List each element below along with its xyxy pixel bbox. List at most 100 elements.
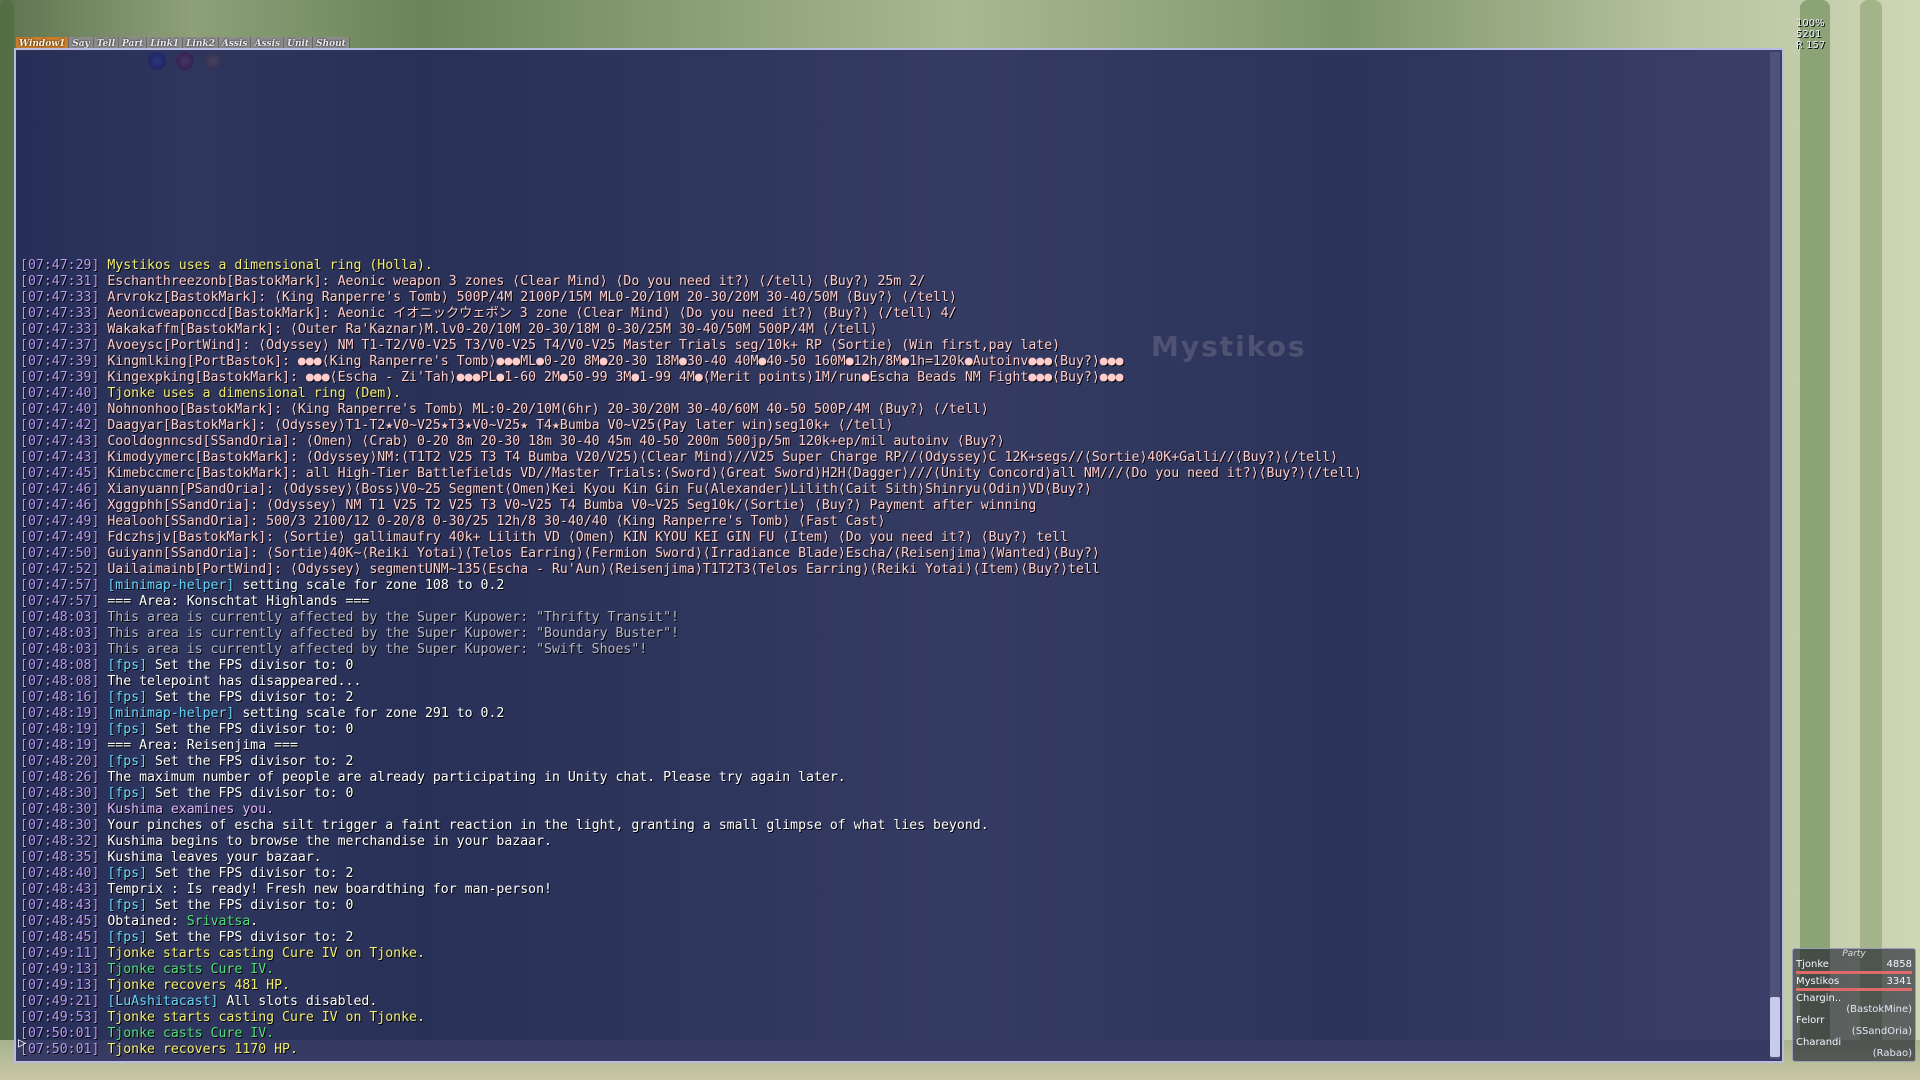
chat-message: Xianyuann[PSandOria]: ⟨Odyssey⟩⟨Boss⟩V0~… [107,482,1092,497]
status-line: 100% [1796,18,1825,29]
chat-timestamp: [07:50:01] [20,1026,108,1041]
party-title: Party [1842,949,1866,959]
member-zone: (BastokMine) [1846,1004,1912,1015]
chat-timestamp: [07:49:13] [20,962,108,977]
chat-line: [07:48:30] Your pinches of escha silt tr… [20,818,1762,834]
chat-timestamp: [07:48:40] [20,866,108,881]
chat-line: [07:47:49] Healooh[SSandOria]: 500/3 210… [20,514,1762,530]
chat-timestamp: [07:48:45] [20,930,108,945]
chat-message: Daagyar[BastokMark]: ⟨Odyssey⟩T1-T2★V0~V… [107,418,894,433]
chat-message: Set the FPS divisor to: 2 [147,866,354,881]
chat-timestamp: [07:47:43] [20,450,108,465]
chat-message: Set the FPS divisor to: 2 [147,930,354,945]
chat-timestamp: [07:48:19] [20,722,108,737]
member-name: Tjonke [1796,959,1829,970]
chat-message: === Area: Konschtat Highlands === [107,594,370,609]
chat-lines: [07:47:29] Mystikos uses a dimensional r… [20,258,1762,1058]
party-member-away[interactable]: Felorr [1793,1015,1915,1026]
chat-message: This area is currently affected by the S… [107,642,648,657]
chat-line: [07:48:32] Kushima begins to browse the … [20,834,1762,850]
chat-line: [07:47:42] Daagyar[BastokMark]: ⟨Odyssey… [20,418,1762,434]
chat-message: Kushima leaves your bazaar. [107,850,322,865]
chat-line: [07:50:01] Tjonke casts Cure IV. [20,1026,1762,1042]
chat-line: [07:48:03] This area is currently affect… [20,610,1762,626]
chat-timestamp: [07:47:40] [20,386,108,401]
member-name: Charandi [1796,1037,1842,1048]
chat-addon-tag: [LuAshitacast] [107,994,219,1009]
party-list: Party Tjonke 4858 Mystikos 3341 Chargin.… [1792,948,1916,1062]
chat-line: [07:48:35] Kushima leaves your bazaar. [20,850,1762,866]
chat-message: Xgggphh[SSandOria]: ⟨Odyssey⟩ NM T1 V25 … [107,498,1037,513]
chat-line: [07:48:03] This area is currently affect… [20,642,1762,658]
party-member[interactable]: Tjonke 4858 [1793,959,1915,970]
chat-line: [07:48:43] [fps] Set the FPS divisor to:… [20,898,1762,914]
chat-line: [07:47:43] Cooldognncsd[SSandOria]: ⟨Ome… [20,434,1762,450]
chat-addon-tag: [fps] [107,786,148,801]
chat-line: [07:47:29] Mystikos uses a dimensional r… [20,258,1762,274]
chat-scroll-thumb[interactable] [1770,997,1780,1057]
member-hp: 4858 [1886,959,1912,970]
chat-timestamp: [07:48:19] [20,738,108,753]
chat-timestamp: [07:48:30] [20,818,108,833]
chat-addon-tag: [minimap-helper] [107,706,235,721]
chat-timestamp: [07:47:39] [20,370,108,385]
chat-timestamp: [07:47:33] [20,290,108,305]
chat-line: [07:48:19] [minimap-helper] setting scal… [20,706,1762,722]
member-zone: (SSandOria) [1851,1026,1912,1037]
chat-message: Avoeysc[PortWind]: ⟨Odyssey⟩ NM T1-T2/V0… [107,338,1061,353]
chat-message-tail: . [250,914,259,929]
chat-log-window[interactable]: Mystikos [07:47:29] Mystikos uses a dime… [14,48,1784,1063]
chat-message: setting scale for zone 291 to 0.2 [234,706,505,721]
chat-message: Tjonke uses a dimensional ring (Dem). [107,386,402,401]
chat-line: [07:47:50] Guiyann[SSandOria]: ⟨Sortie⟩4… [20,546,1762,562]
chat-timestamp: [07:47:33] [20,322,108,337]
chat-timestamp: [07:48:32] [20,834,108,849]
chat-timestamp: [07:47:42] [20,418,108,433]
chat-line: [07:50:01] Tjonke recovers 1170 HP. [20,1042,1762,1058]
chat-line: [07:47:45] Kimebccmerc[BastokMark]: all … [20,466,1762,482]
chat-message: Tjonke starts casting Cure IV on Tjonke. [107,1010,425,1025]
chat-line: [07:47:57] === Area: Konschtat Highlands… [20,594,1762,610]
chat-line: [07:48:19] === Area: Reisenjima === [20,738,1762,754]
chat-message: Aeonicweaponccd[BastokMark]: Aeonic イオニッ… [107,306,957,321]
member-name: Chargin.. [1796,993,1842,1004]
chat-line: [07:47:46] Xianyuann[PSandOria]: ⟨Odysse… [20,482,1762,498]
chat-timestamp: [07:48:20] [20,754,108,769]
chat-timestamp: [07:47:37] [20,338,108,353]
chat-timestamp: [07:47:57] [20,578,108,593]
chat-timestamp: [07:48:43] [20,898,108,913]
chat-message: setting scale for zone 108 to 0.2 [234,578,505,593]
member-name: Felorr [1796,1015,1825,1026]
chat-timestamp: [07:48:08] [20,674,108,689]
chat-message: Tjonke casts Cure IV. [107,962,275,977]
chat-message: Nohnonhoo[BastokMark]: ⟨King Ranperre's … [107,402,989,417]
chat-line: [07:47:31] Eschanthreezonb[BastokMark]: … [20,274,1762,290]
chat-scrollbar[interactable] [1770,52,1780,1059]
chat-message: Tjonke casts Cure IV. [107,1026,275,1041]
chat-line: [07:48:08] The telepoint has disappeared… [20,674,1762,690]
member-hp: 3341 [1886,976,1912,987]
chat-timestamp: [07:49:53] [20,1010,108,1025]
chat-line: [07:48:45] [fps] Set the FPS divisor to:… [20,930,1762,946]
chat-message: Healooh[SSandOria]: 500/3 2100/12 0-20/8… [107,514,886,529]
status-line: 5201 [1796,29,1822,40]
status-line: R 157 [1796,40,1826,51]
chat-timestamp: [07:48:08] [20,658,108,673]
chat-message: Set the FPS divisor to: 2 [147,754,354,769]
chat-line: [07:47:52] Uailaimainb[PortWind]: ⟨Odyss… [20,562,1762,578]
chat-message: === Area: Reisenjima === [107,738,298,753]
party-member-away[interactable]: Charandi [1793,1037,1915,1048]
party-member-away[interactable]: Chargin.. [1793,993,1915,1004]
party-member[interactable]: Mystikos 3341 [1793,976,1915,987]
chat-line: [07:48:26] The maximum number of people … [20,770,1762,786]
chat-message: Your pinches of escha silt trigger a fai… [107,818,989,833]
chat-line: [07:49:53] Tjonke starts casting Cure IV… [20,1010,1762,1026]
chat-message: Cooldognncsd[SSandOria]: ⟨Omen⟩ ⟨Crab⟩ 0… [107,434,1005,449]
chat-timestamp: [07:47:33] [20,306,108,321]
play-arrow-icon: ▷ [18,1035,27,1051]
chat-line: [07:48:19] [fps] Set the FPS divisor to:… [20,722,1762,738]
bamboo-stalk [1800,0,1830,1080]
chat-line: [07:48:03] This area is currently affect… [20,626,1762,642]
chat-timestamp: [07:47:29] [20,258,108,273]
chat-message: Kimebccmerc[BastokMark]: all High-Tier B… [107,466,1362,481]
